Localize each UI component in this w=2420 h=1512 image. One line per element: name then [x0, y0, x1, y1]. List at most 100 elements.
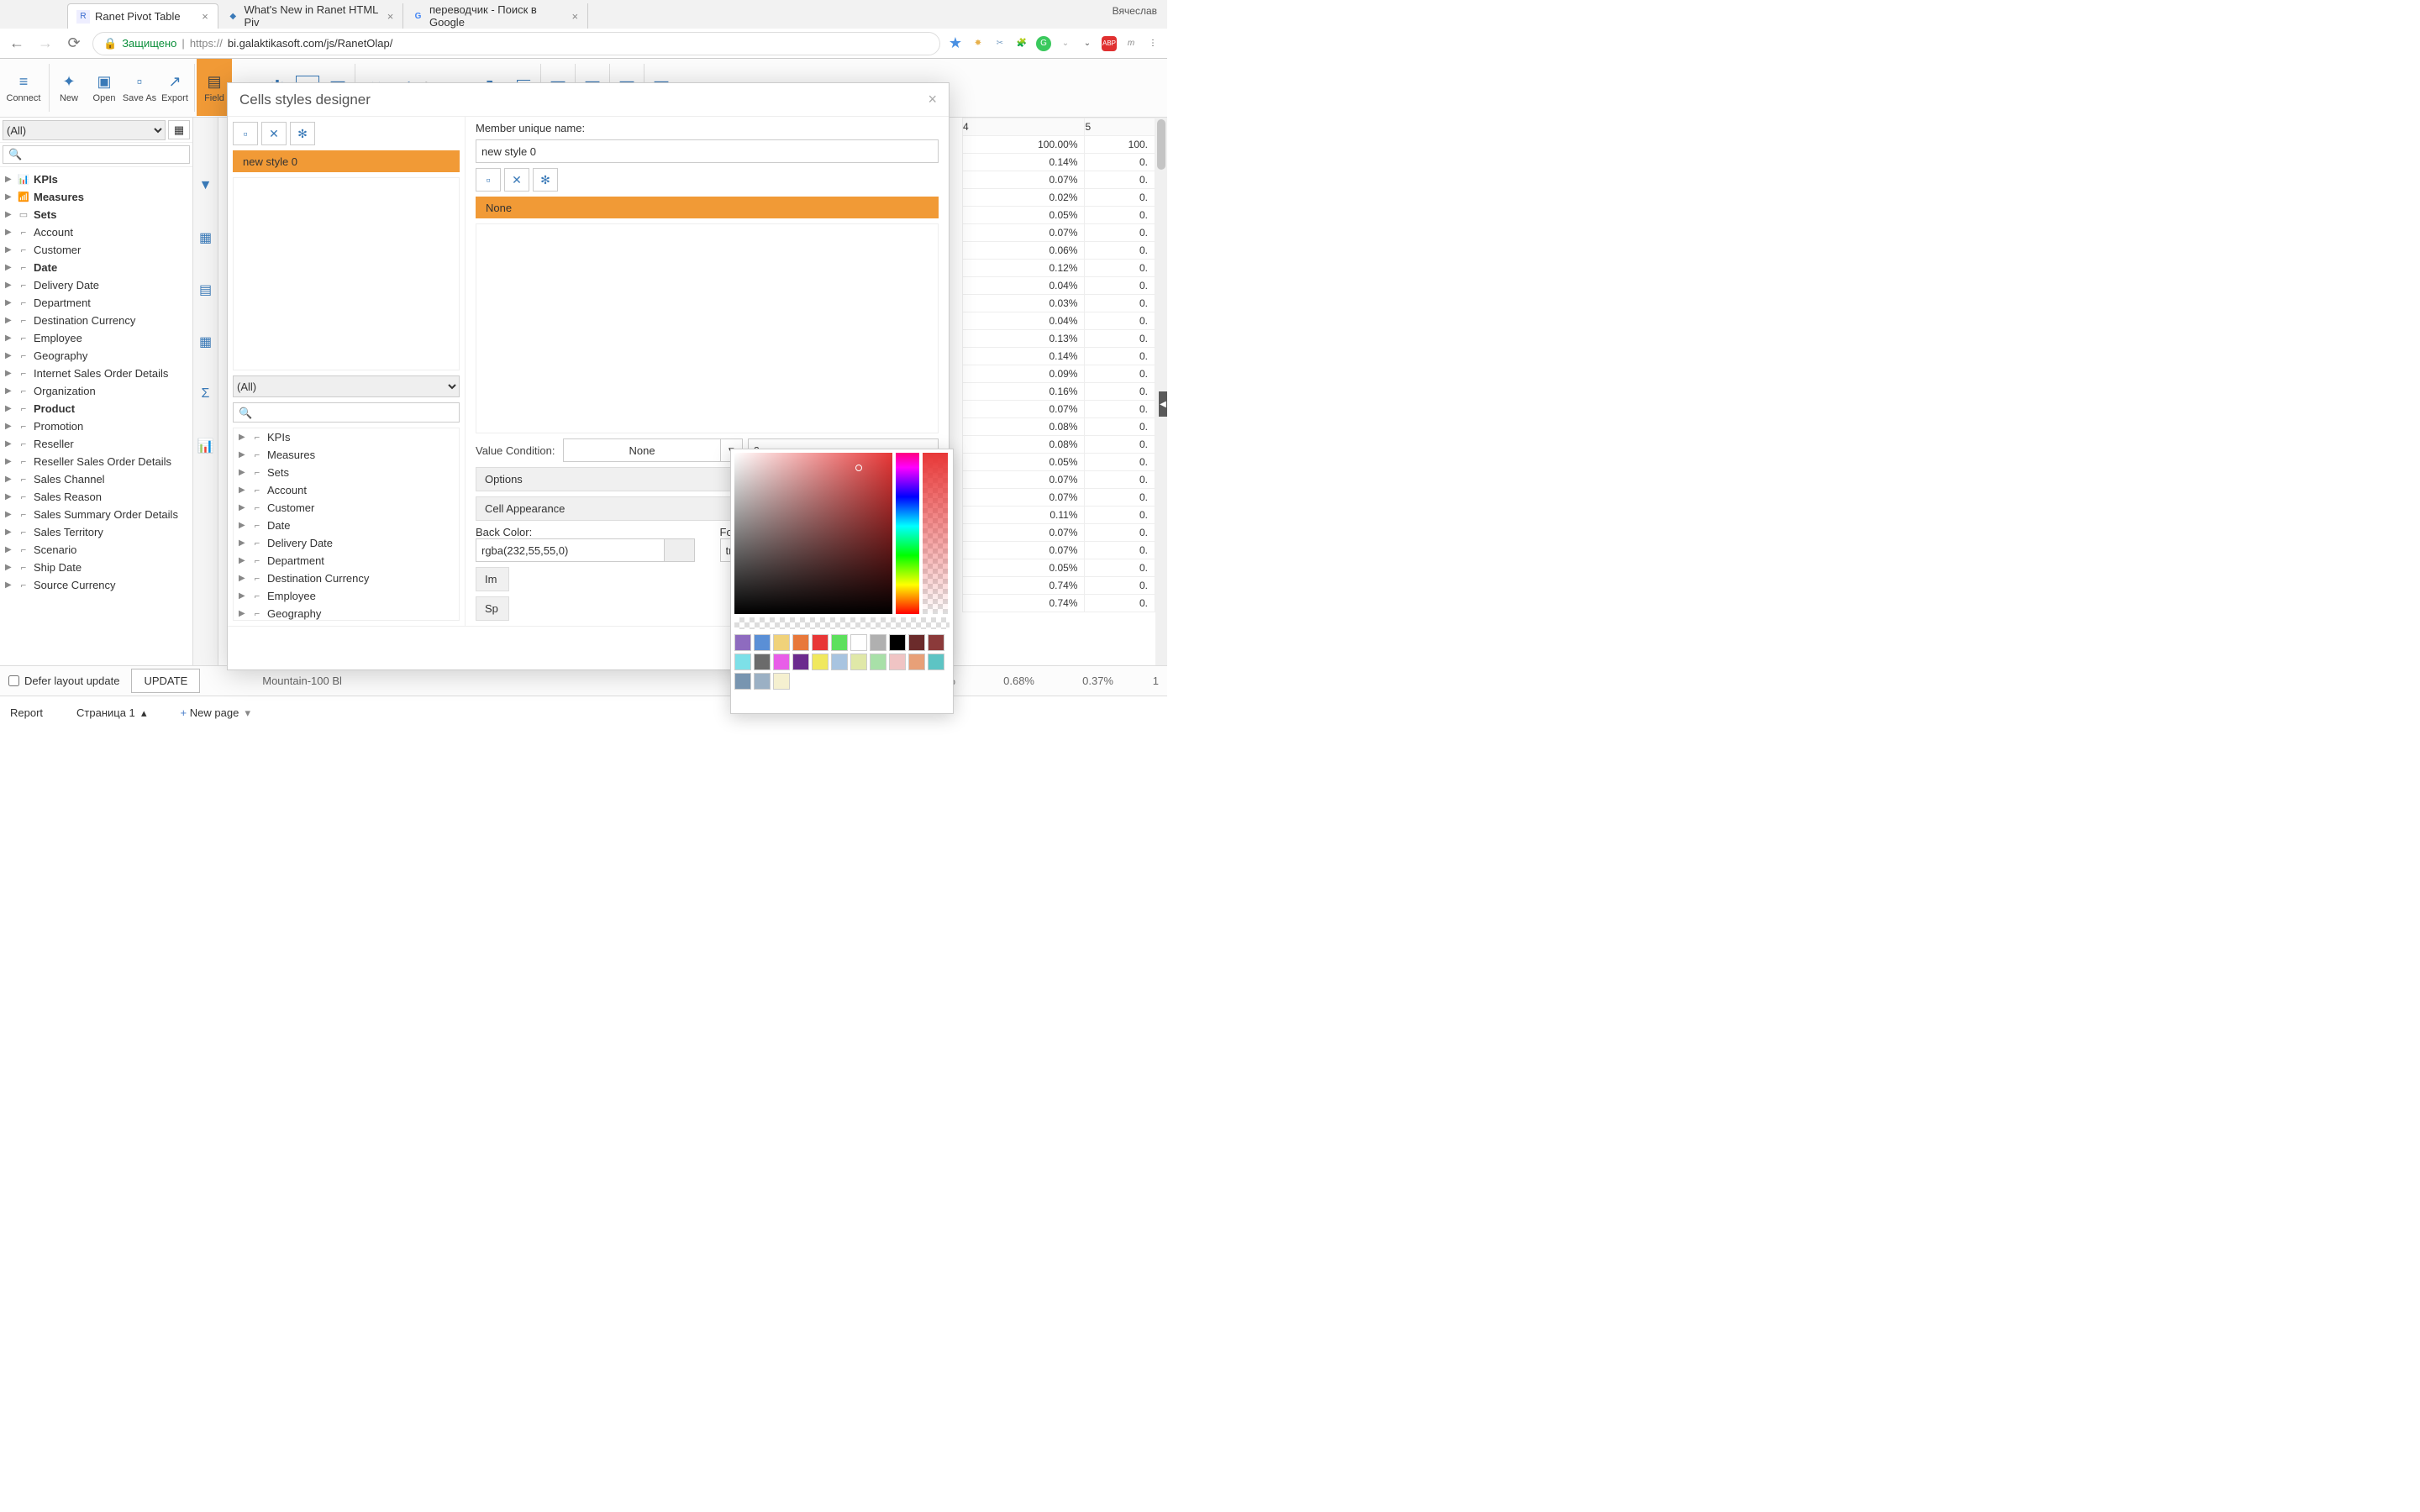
alpha-bar[interactable] [734, 617, 950, 629]
add-condition-button[interactable]: ▫ [476, 168, 501, 192]
field-search-input[interactable] [3, 145, 190, 164]
tree-item[interactable]: ▶⌐Date [0, 259, 192, 276]
expand-icon[interactable]: ▶ [5, 263, 13, 272]
close-tab-icon[interactable]: × [387, 10, 394, 23]
connect-button[interactable]: ≡Connect [0, 59, 47, 116]
expand-icon[interactable]: ▶ [5, 316, 13, 325]
expand-icon[interactable]: ▶ [5, 475, 13, 484]
color-swatch[interactable] [754, 673, 771, 690]
color-swatch[interactable] [734, 673, 751, 690]
extension-icon[interactable]: 🧩 [1014, 36, 1029, 51]
tree-item[interactable]: ▶⌐Account [0, 223, 192, 241]
expand-icon[interactable]: ▶ [5, 369, 13, 378]
expand-icon[interactable]: ▶ [239, 574, 247, 583]
tree-item[interactable]: ▶⌐Sales Reason [0, 488, 192, 506]
tree-item[interactable]: ▶⌐Customer [0, 241, 192, 259]
expand-icon[interactable]: ▶ [239, 450, 247, 459]
tree-item[interactable]: ▶⌐Employee [0, 329, 192, 347]
tree-item[interactable]: ▶⌐Customer [234, 499, 459, 517]
expand-icon[interactable]: ▶ [5, 192, 13, 202]
color-swatch[interactable] [831, 654, 848, 670]
alpha-slider[interactable] [923, 453, 948, 614]
close-tab-icon[interactable]: × [201, 10, 209, 23]
browser-tab[interactable]: ◆ What's New in Ranet HTML Piv × [218, 3, 403, 29]
tree-item[interactable]: ▶⌐Promotion [0, 417, 192, 435]
defer-update-check[interactable]: Defer layout update [8, 675, 119, 687]
new-page-button[interactable]: + New page ▾ [181, 706, 251, 720]
tree-item[interactable]: ▶⌐Sales Channel [0, 470, 192, 488]
expand-icon[interactable]: ▶ [239, 591, 247, 601]
member-tree[interactable]: ▶⌐KPIs▶⌐Measures▶⌐Sets▶⌐Account▶⌐Custome… [233, 428, 460, 621]
expand-icon[interactable]: ▶ [239, 468, 247, 477]
expand-icon[interactable]: ▶ [5, 333, 13, 343]
tree-item[interactable]: ▶⌐Ship Date [0, 559, 192, 576]
delete-style-button[interactable]: ✕ [261, 122, 287, 145]
color-swatch[interactable] [734, 654, 751, 670]
browser-tab[interactable]: R Ranet Pivot Table × [67, 3, 218, 29]
tree-item[interactable]: ▶⌐Sets [234, 464, 459, 481]
tree-item[interactable]: ▶📶Measures [0, 188, 192, 206]
condition-list-item[interactable]: None [476, 197, 939, 218]
rows-dropzone-icon[interactable]: ▤ [197, 281, 215, 299]
back-color-swatch[interactable] [665, 538, 695, 562]
color-swatch[interactable] [734, 634, 751, 651]
expand-icon[interactable]: ▶ [5, 210, 13, 219]
color-swatch[interactable] [831, 634, 848, 651]
tree-item[interactable]: ▶⌐Account [234, 481, 459, 499]
columns-dropzone-icon[interactable]: ▦ [197, 228, 215, 247]
tree-item[interactable]: ▶⌐Destination Currency [0, 312, 192, 329]
color-swatch[interactable] [773, 673, 790, 690]
color-swatch[interactable] [754, 634, 771, 651]
color-swatch[interactable] [773, 654, 790, 670]
back-color-input[interactable] [476, 538, 665, 562]
tree-item[interactable]: ▶⌐Product [0, 400, 192, 417]
tree-item[interactable]: ▶⌐Employee [234, 587, 459, 605]
expand-icon[interactable]: ▶ [5, 580, 13, 590]
color-swatch[interactable] [889, 654, 906, 670]
expand-icon[interactable]: ▶ [5, 228, 13, 237]
expand-icon[interactable]: ▶ [5, 386, 13, 396]
expand-icon[interactable]: ▶ [5, 457, 13, 466]
color-swatch[interactable] [870, 654, 886, 670]
color-swatch[interactable] [812, 634, 829, 651]
browser-tab[interactable]: G переводчик - Поиск в Google × [403, 3, 588, 29]
value-condition-select[interactable]: None [563, 438, 720, 462]
expand-icon[interactable]: ▶ [5, 439, 13, 449]
tree-item[interactable]: ▶⌐Organization [0, 382, 192, 400]
expand-icon[interactable]: ▶ [5, 528, 13, 537]
extension-icon[interactable]: ABP [1102, 36, 1117, 51]
expand-icon[interactable]: ▶ [239, 503, 247, 512]
member-filter-select[interactable]: (All) [233, 375, 460, 397]
extension-icon[interactable]: ⌄ [1080, 36, 1095, 51]
color-swatch[interactable] [908, 654, 925, 670]
expand-icon[interactable]: ▶ [5, 351, 13, 360]
tree-item[interactable]: ▶⌐Source Currency [0, 576, 192, 594]
save-button[interactable]: ▫Save As [122, 59, 157, 116]
expand-icon[interactable]: ▶ [239, 433, 247, 442]
tree-item[interactable]: ▶⌐Destination Currency [234, 570, 459, 587]
tree-item[interactable]: ▶⌐Scenario [0, 541, 192, 559]
tree-item[interactable]: ▶⌐Department [0, 294, 192, 312]
color-swatch[interactable] [889, 634, 906, 651]
tree-item[interactable]: ▶⌐KPIs [234, 428, 459, 446]
reload-icon[interactable]: ⟳ [64, 34, 84, 52]
url-input[interactable]: 🔒 Защищено | https://bi.galaktikasoft.co… [92, 32, 940, 55]
page-indicator[interactable]: Страница 1 ▴ [76, 706, 147, 720]
filter-dropzone-icon[interactable]: ▼ [197, 176, 215, 195]
tree-item[interactable]: ▶⌐Department [234, 552, 459, 570]
close-icon[interactable]: × [928, 91, 937, 108]
extension-icon[interactable]: m [1123, 36, 1139, 51]
sigma-icon[interactable]: Σ [197, 385, 215, 403]
hue-slider[interactable] [896, 453, 919, 614]
image-section[interactable]: Im [476, 567, 509, 591]
clear-conditions-button[interactable]: ✻ [533, 168, 558, 192]
expand-icon[interactable]: ▶ [5, 545, 13, 554]
add-style-button[interactable]: ▫ [233, 122, 258, 145]
color-swatch[interactable] [928, 654, 944, 670]
delete-condition-button[interactable]: ✕ [504, 168, 529, 192]
tree-item[interactable]: ▶⌐Measures [234, 446, 459, 464]
expand-icon[interactable]: ▶ [5, 281, 13, 290]
open-button[interactable]: ▣Open [87, 59, 122, 116]
color-swatch[interactable] [792, 654, 809, 670]
expand-icon[interactable]: ▶ [5, 510, 13, 519]
